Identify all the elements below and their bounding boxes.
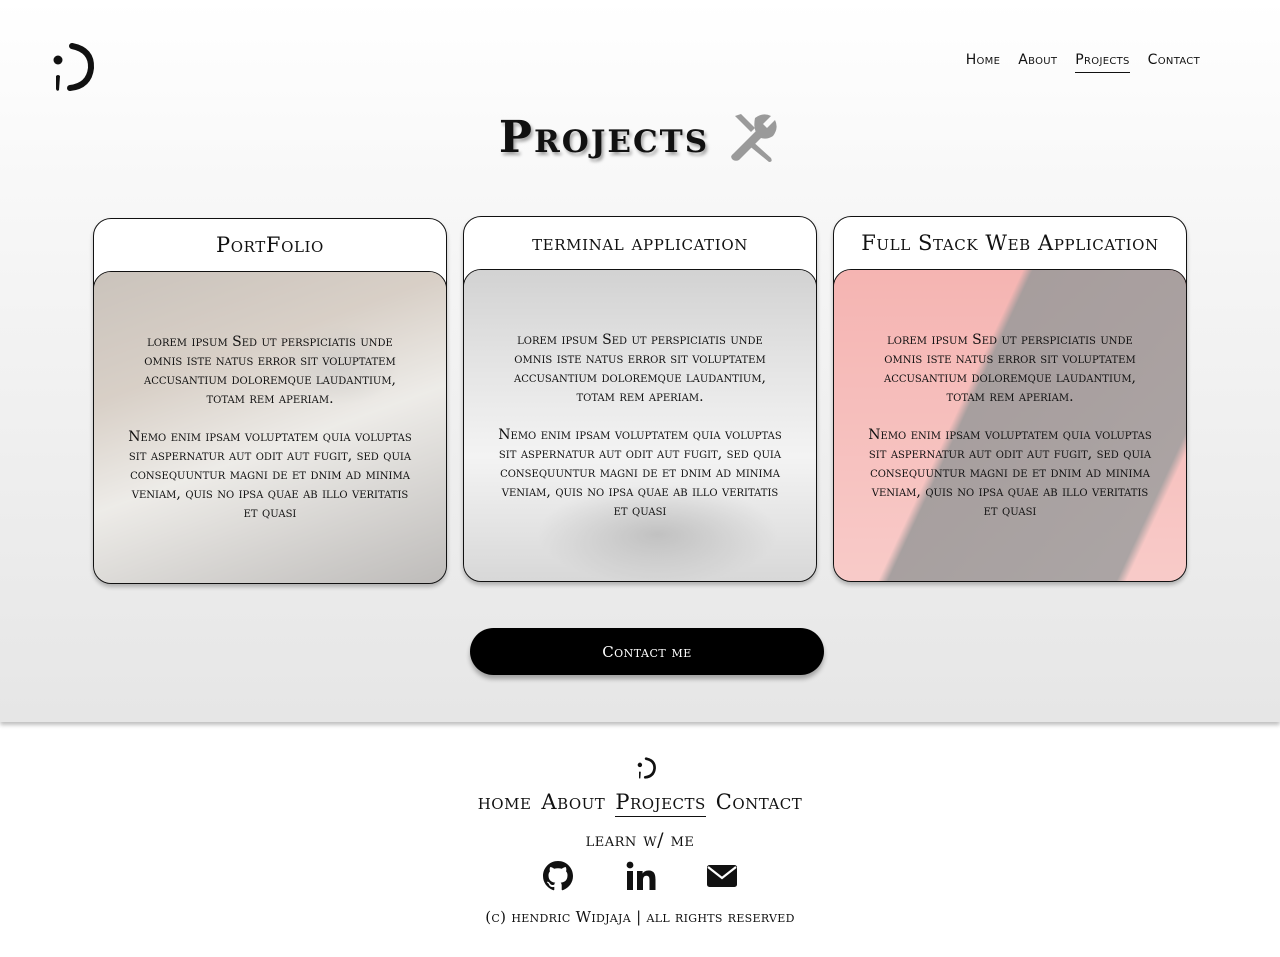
card-description: lorem ipsum Sed ut perspiciatis unde omn… [94,333,446,523]
nav-projects-link[interactable]: Projects [1075,52,1130,73]
project-card-terminal[interactable]: terminal application lorem ipsum Sed ut … [463,216,817,582]
footer-nav-projects-link[interactable]: Projects [615,790,706,817]
social-links [0,860,1280,892]
github-icon[interactable] [542,860,574,892]
card-description: lorem ipsum Sed ut perspiciatis unde omn… [464,331,816,521]
project-card-portfolio[interactable]: PortFolio lorem ipsum Sed ut perspiciati… [93,218,447,584]
card-title: terminal application [532,231,748,255]
footer-nav: home About Projects Contact [0,790,1280,817]
card-paragraph: Nemo enim ipsam voluptatem quia voluptas… [128,428,412,521]
card-description: lorem ipsum Sed ut perspiciatis unde omn… [834,331,1186,521]
footer-nav-home-link[interactable]: home [478,790,532,817]
card-paragraph: lorem ipsum Sed ut perspiciatis unde omn… [513,331,767,405]
footer-logo-icon[interactable] [636,756,658,780]
card-paragraph: lorem ipsum Sed ut perspiciatis unde omn… [143,333,397,407]
tools-icon [731,114,777,162]
copyright-text: (c) hendric Widjaja | all rights reserve… [485,908,795,926]
main-section: Home About Projects Contact Projects Por… [0,0,1280,722]
footer: home About Projects Contact learn w/ me … [0,722,1280,957]
card-paragraph: Nemo enim ipsam voluptatem quia voluptas… [498,426,782,519]
top-nav: Home About Projects Contact [966,52,1200,73]
footer-nav-contact-link[interactable]: Contact [716,790,803,817]
logo-icon[interactable] [52,40,96,94]
email-icon[interactable] [706,860,738,892]
nav-about-link[interactable]: About [1018,52,1057,73]
card-paragraph: lorem ipsum Sed ut perspiciatis unde omn… [883,331,1137,405]
nav-contact-link[interactable]: Contact [1148,52,1200,73]
card-body: lorem ipsum Sed ut perspiciatis unde omn… [464,269,816,581]
card-title: Full Stack Web Application [861,231,1159,255]
learn-with-me-text: learn w/ me [585,829,695,851]
nav-home-link[interactable]: Home [966,52,1001,73]
card-paragraph: Nemo enim ipsam voluptatem quia voluptas… [868,426,1152,519]
card-body: lorem ipsum Sed ut perspiciatis unde omn… [94,271,446,583]
linkedin-icon[interactable] [624,860,656,892]
card-body: lorem ipsum Sed ut perspiciatis unde omn… [834,269,1186,581]
footer-nav-about-link[interactable]: About [541,790,605,817]
page-title-text: Projects [498,111,710,163]
card-title: PortFolio [216,233,324,257]
project-card-fullstack[interactable]: Full Stack Web Application lorem ipsum S… [833,216,1187,582]
page-title: Projects [0,110,1280,164]
contact-me-button[interactable]: Contact me [470,628,824,675]
